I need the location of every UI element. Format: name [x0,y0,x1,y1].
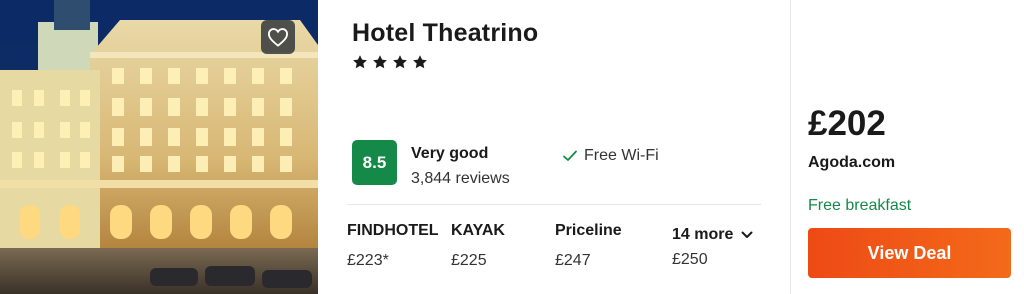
column-divider [790,0,791,294]
provider-price: £223* [347,252,389,269]
provider-price: £247 [555,252,591,269]
star-icon [393,55,407,69]
provider-name: Priceline [555,222,622,239]
favorite-button[interactable] [261,20,295,54]
divider [347,204,761,205]
check-icon [563,150,577,161]
amenity-label: Free Wi-Fi [584,147,659,164]
best-price-provider: Agoda.com [808,154,896,171]
provider-offer-priceline[interactable]: Priceline £247 [555,222,622,270]
star-icon [373,55,387,69]
star-rating [352,54,428,70]
provider-name: KAYAK [451,222,505,239]
heart-icon [267,28,289,47]
star-icon [353,55,367,69]
hotel-photo[interactable] [0,0,318,294]
more-deals-toggle[interactable]: 14 more [672,226,753,244]
chevron-down-icon [741,231,753,238]
provider-offer-findhotel[interactable]: FINDHOTEL £223* [347,222,439,270]
view-deal-button[interactable]: View Deal [808,228,1011,278]
provider-price: £225 [451,252,487,269]
best-price: £202 [808,104,886,143]
review-count[interactable]: 3,844 reviews [411,170,510,188]
provider-offer-kayak[interactable]: KAYAK £225 [451,222,505,270]
rating-label: Very good [411,145,489,162]
deal-perk: Free breakfast [808,197,912,214]
star-icon [413,55,427,69]
provider-name: FINDHOTEL [347,222,439,239]
more-deals-label: 14 more [672,226,734,243]
hotel-name[interactable]: Hotel Theatrino [352,19,538,48]
hotel-result-card: Hotel Theatrino 8.5 Very good 3,844 revi… [0,0,1024,294]
rating-score-badge: 8.5 [352,140,397,185]
more-deals-price: £250 [672,251,708,268]
amenity-wifi: Free Wi-Fi [562,147,659,165]
